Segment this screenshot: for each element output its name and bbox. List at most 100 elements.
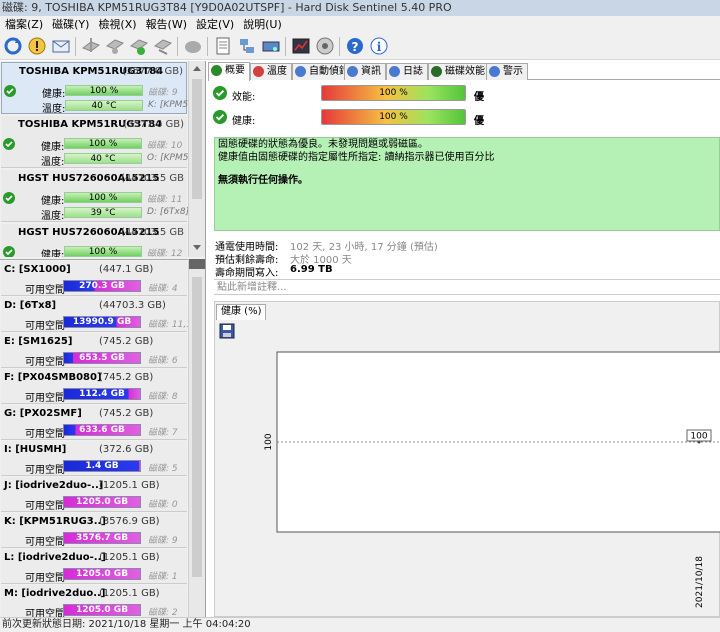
tab-3[interactable]: 資訊 [344,63,386,80]
x-tick-label: 2021/10/18 [695,556,705,608]
ok-check-icon [3,138,15,150]
free-space-bar: 1205.0 GB [63,604,141,616]
info-icon[interactable]: i [369,36,389,56]
speaker-icon[interactable] [315,36,335,56]
svg-text:?: ? [352,40,359,54]
save-icon[interactable] [219,323,235,339]
volume-name: D: [6Tx8] [4,300,57,311]
volume-size: (372.6 GB) [99,444,154,455]
volume-name: L: [iodrive2duo-..] [4,552,106,563]
tab-5[interactable]: 磁碟效能 [428,63,490,80]
hdd-icon[interactable] [261,36,281,56]
volume-disk: 磁碟: 2 [148,608,178,617]
disk-size: (44703.5 GB [120,227,184,238]
health-label: 健康: [41,196,65,207]
menu-view[interactable]: 檢視(X) [93,16,140,33]
disk-gray-2-icon[interactable] [105,36,125,56]
disk-number: 磁碟: 10 [147,141,183,151]
health-bar: 100 % [64,246,142,257]
document-icon[interactable] [213,36,233,56]
warning-icon[interactable] [27,36,47,56]
health-bar: 100 % [64,192,142,203]
mail-icon[interactable] [51,36,71,56]
free-space-label: 可用空間 [25,393,65,404]
scroll-down-icon[interactable] [189,264,205,269]
volume-item[interactable]: J: [iodrive2duo-..] (1205.1 GB) 可用空間 1205.0… [1,477,187,512]
disk-size: (44703.5 GB [120,173,184,184]
tab-0[interactable]: 概要 [208,62,250,81]
menu-disk[interactable]: 磁碟(Y) [47,16,93,33]
menu-file[interactable]: 檔案(Z) [0,16,47,33]
ok-check-icon [3,246,15,257]
disk-item[interactable]: HGST HUS726060AL5215 (44703.5 GB 健康: 100… [1,170,189,222]
health-label: 健康: [42,89,66,100]
help-icon[interactable]: ? [345,36,365,56]
tab-6[interactable]: 警示 [486,63,528,80]
volume-item[interactable]: G: [PX02SMF] (745.2 GB) 可用空間 633.6 GB 磁碟: 7 [1,405,187,440]
tab-icon [431,66,442,77]
volume-disk: 磁碟: 8 [148,392,178,402]
volume-item[interactable]: E: [SM1625] (745.2 GB) 可用空間 653.5 GB 磁碟: 6 [1,333,187,368]
volume-item[interactable]: F: [PX04SMB080] (745.2 GB) 可用空間 112.4 GB 磁碟:… [1,369,187,404]
volume-size: (1205.1 GB) [99,588,160,599]
volume-name: K: [KPM51RUG3..] [4,516,106,527]
chart-tab-health[interactable]: 健康 (%) [216,304,267,320]
disk-gray-1-icon[interactable] [81,36,101,56]
menu-help[interactable]: 說明(U) [238,16,286,33]
temp-bar: 39 °C [64,207,142,218]
volume-item[interactable]: D: [6Tx8] (44703.3 GB) 可用空間 13990.9 GB 磁碟: 1… [1,297,198,332]
volume-size: (745.2 GB) [99,408,154,419]
volume-size: (1205.1 GB) [99,480,160,491]
free-space-bar: 112.4 GB [63,388,141,400]
health-rating: 優 [474,116,484,127]
disk-list-scrollbar[interactable] [188,61,205,257]
disk-item[interactable]: TOSHIBA KPM51RUG3T84 (3577.0 GB) 健康: 100… [1,116,194,168]
temp-label: 溫度: [41,211,65,222]
volume-item[interactable]: K: [KPM51RUG3..] (3576.9 GB) 可用空間 3576.7 GB… [1,513,187,548]
left-panel: TOSHIBA KPM51RUG3T84 (3577.0 GB) 健康: 100… [0,61,206,617]
volume-size: (1205.1 GB) [99,552,160,563]
tab-label: 概要 [225,65,245,76]
scroll-down-icon[interactable] [193,245,201,250]
volume-size: (44703.3 GB) [99,300,166,311]
status-line: 固態硬碟的狀態為優良。未發現問題或弱磁區。 [218,139,428,150]
volume-list-scrollbar[interactable] [188,259,205,617]
volume-item[interactable]: L: [iodrive2duo-..] (1205.1 GB) 可用空間 1205.0… [1,549,187,584]
volume-disk: 磁碟: 7 [148,428,178,438]
free-space-bar: 1205.0 GB [63,568,141,580]
tab-4[interactable]: 日誌 [386,63,428,80]
tab-label: 磁碟效能 [445,66,485,77]
free-space-bar: 1205.0 GB [63,496,141,508]
network-icon[interactable] [237,36,257,56]
volume-item[interactable]: C: [SX1000] (447.1 GB) 可用空間 270.3 GB 磁碟: 4 [1,261,187,296]
volume-item[interactable]: I: [HUSMH] (372.6 GB) 可用空間 1.4 GB 磁碟: 5 [1,441,187,476]
free-space-bar: 653.5 GB [63,352,141,364]
free-space-bar: 1.4 GB [63,460,141,472]
tab-icon [295,66,306,77]
scroll-thumb[interactable] [192,277,202,577]
performance-rating: 優 [474,92,484,103]
disk-size: (3577.0 GB) [122,66,183,77]
blob-icon[interactable] [183,36,203,56]
disk-green-icon[interactable] [129,36,149,56]
toolbar: ? i [0,33,720,60]
disk-item[interactable]: TOSHIBA KPM51RUG3T84 (3577.0 GB) 健康: 100… [1,62,194,115]
performance-bar: 100 % [321,85,466,101]
disk-item[interactable]: HGST HUS726060AL5215 (44703.5 GB 健康: 100… [1,224,187,257]
volume-item[interactable]: M: [iodrive2duo..] (1205.1 GB) 可用空間 1205.0 … [1,585,187,617]
disk-gray-3-icon[interactable] [153,36,173,56]
menu-settings[interactable]: 設定(V) [191,16,238,33]
scroll-thumb[interactable] [192,79,202,199]
graph-icon[interactable] [291,36,311,56]
menu-report[interactable]: 報告(W) [141,16,191,33]
tab-1[interactable]: 溫度 [250,63,292,80]
health-label: 健康: [41,142,65,153]
free-space-label: 可用空間 [25,321,65,332]
note-input[interactable]: 點此新增註釋... [214,279,720,295]
scroll-up-icon[interactable] [193,66,201,71]
volume-disk: 磁碟: 4 [148,284,178,294]
ok-check-icon [4,85,16,97]
volume-size: (447.1 GB) [99,264,154,275]
refresh-icon[interactable] [3,36,23,56]
volume-name: G: [PX02SMF] [4,408,82,419]
